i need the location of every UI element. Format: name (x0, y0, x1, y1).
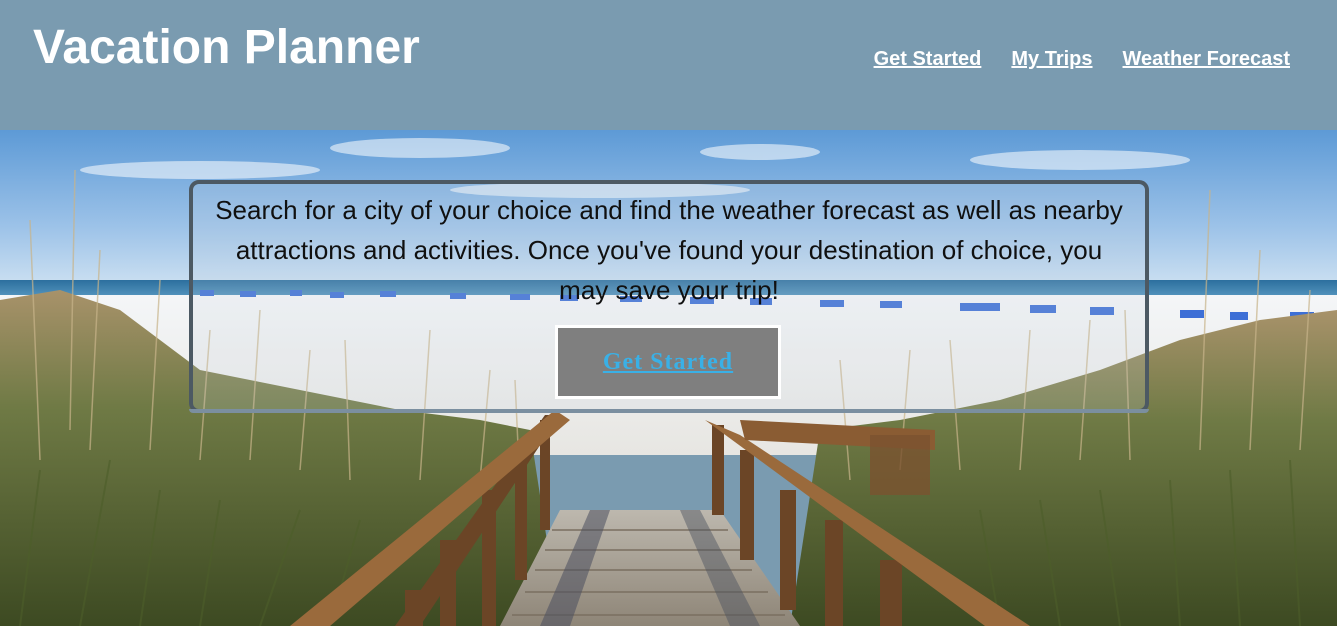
get-started-button-label: Get Started (602, 348, 734, 375)
nav-link-weather-forecast[interactable]: Weather Forecast (1123, 46, 1290, 72)
nav-link-get-started[interactable]: Get Started (874, 46, 982, 72)
main-nav: Get Started My Trips Weather Forecast (874, 46, 1290, 72)
get-started-button[interactable]: Get Started (555, 325, 781, 399)
site-header: Vacation Planner Get Started My Trips We… (0, 0, 1337, 130)
intro-description: Search for a city of your choice and fin… (215, 195, 1123, 305)
site-title: Vacation Planner (33, 21, 420, 74)
nav-link-my-trips[interactable]: My Trips (1011, 46, 1092, 72)
